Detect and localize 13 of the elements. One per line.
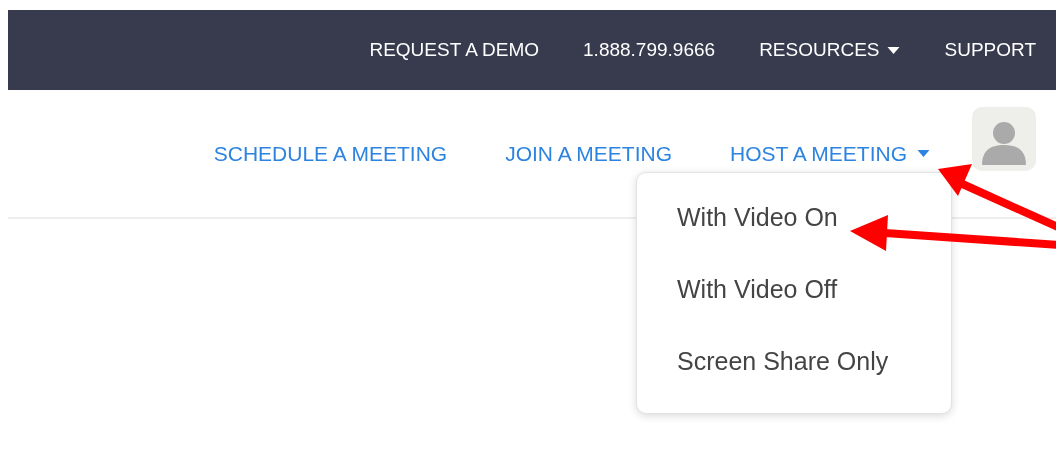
menu-link[interactable]: RESOURCES <box>759 39 901 61</box>
nav-link[interactable]: SCHEDULE A MEETING <box>213 141 448 166</box>
avatar-icon[interactable] <box>972 106 1036 171</box>
nav-link[interactable]: 1.888.799.9666 <box>583 39 716 61</box>
nav-link[interactable]: SUPPORT <box>944 39 1036 61</box>
caret-icon <box>917 150 930 157</box>
menu-link[interactable]: HOST A MEETING <box>730 141 930 166</box>
menu-item[interactable]: With Video Off <box>637 258 951 331</box>
nav-link[interactable]: REQUEST A DEMO <box>369 39 540 61</box>
caret-icon <box>887 46 901 54</box>
menu-item[interactable]: Screen Share Only <box>637 330 951 403</box>
nav-link[interactable]: JOIN A MEETING <box>505 141 672 166</box>
menu-item[interactable]: With Video On <box>637 186 951 259</box>
